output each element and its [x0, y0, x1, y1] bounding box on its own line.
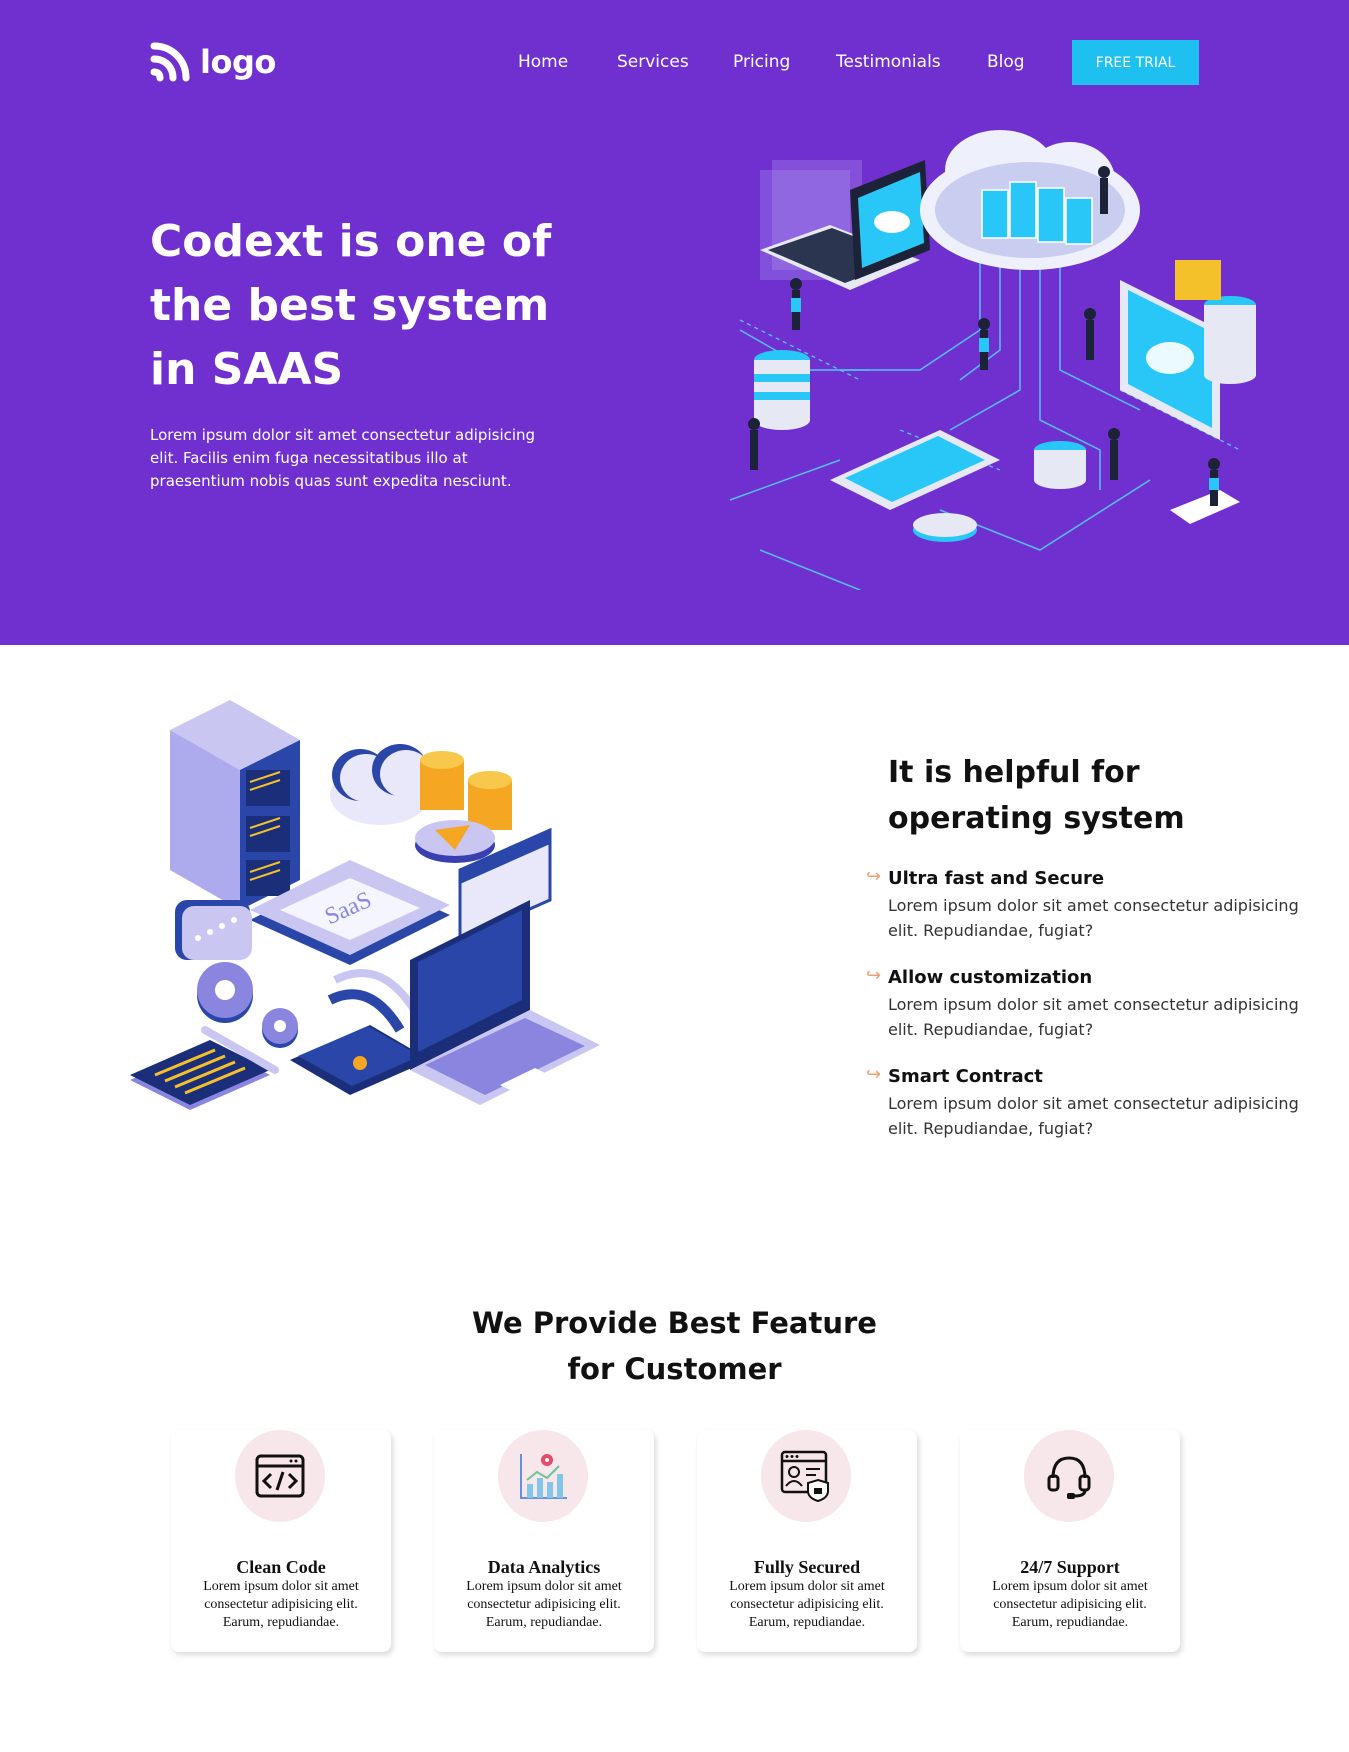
- hero-title-line: in SAAS: [150, 344, 344, 395]
- feature-text: Lorem ipsum dolor sit amet consectetur a…: [888, 1094, 1299, 1138]
- card-title: Data Analytics: [487, 1557, 601, 1577]
- card-text: Lorem ipsum dolor sit amet consectetur a…: [203, 1579, 359, 1630]
- headset-icon: [1047, 1456, 1091, 1499]
- feature-text: Lorem ipsum dolor sit amet consectetur a…: [888, 995, 1299, 1039]
- logo-text: logo: [200, 43, 276, 81]
- feature-card-fully-secured[interactable]: Fully Secured Lorem ipsum dolor sit amet…: [697, 1430, 917, 1652]
- logo-mark-icon: [150, 42, 190, 82]
- analytics-chart-icon: [520, 1454, 567, 1499]
- icon-circle: [1024, 1430, 1114, 1522]
- feature-card-data-analytics[interactable]: Data Analytics Lorem ipsum dolor sit ame…: [434, 1430, 654, 1652]
- curved-arrow-icon: ↪: [866, 866, 882, 887]
- secure-profile-shield-icon: [780, 1450, 829, 1502]
- hero-description: Lorem ipsum dolor sit amet consectetur a…: [150, 426, 536, 490]
- feature-card-clean-code[interactable]: Clean Code Lorem ipsum dolor sit amet co…: [171, 1430, 391, 1652]
- feature-title: Ultra fast and Secure: [888, 868, 1105, 889]
- cloud-network-illustration: [729, 130, 1256, 590]
- features-title-line: for Customer: [567, 1352, 782, 1386]
- card-title: Clean Code: [236, 1557, 326, 1577]
- feature-card-support[interactable]: 24/7 Support Lorem ipsum dolor sit amet …: [960, 1430, 1180, 1652]
- nav-link-home[interactable]: Home: [518, 52, 568, 72]
- card-text: Lorem ipsum dolor sit amet consectetur a…: [992, 1579, 1148, 1630]
- card-title: 24/7 Support: [1020, 1557, 1120, 1577]
- features-section-title: We Provide Best Feature for Customer: [0, 1300, 1349, 1392]
- code-window-icon: [255, 1454, 305, 1498]
- nav-link-testimonials[interactable]: Testimonials: [836, 52, 941, 72]
- icon-circle: [235, 1430, 325, 1522]
- card-text: Lorem ipsum dolor sit amet consectetur a…: [466, 1579, 622, 1630]
- logo[interactable]: logo: [150, 42, 276, 82]
- nav-link-pricing[interactable]: Pricing: [733, 52, 790, 72]
- card-title: Fully Secured: [753, 1557, 861, 1577]
- feature-item: ↪ Smart Contract Lorem ipsum dolor sit a…: [866, 1064, 1318, 1141]
- free-trial-button[interactable]: FREE TRIAL: [1072, 40, 1199, 85]
- feature-item: ↪ Ultra fast and Secure Lorem ipsum dolo…: [866, 866, 1318, 943]
- feature-title: Smart Contract: [888, 1066, 1043, 1087]
- about-title: It is helpful for operating system: [888, 755, 1185, 836]
- saas-isometric-illustration: SaaS: [130, 700, 600, 1110]
- card-text: Lorem ipsum dolor sit amet consectetur a…: [729, 1579, 885, 1630]
- curved-arrow-icon: ↪: [866, 965, 882, 986]
- feature-item: ↪ Allow customization Lorem ipsum dolor …: [866, 965, 1318, 1042]
- feature-text: Lorem ipsum dolor sit amet consectetur a…: [888, 896, 1299, 940]
- nav-link-services[interactable]: Services: [617, 52, 689, 72]
- curved-arrow-icon: ↪: [866, 1064, 882, 1085]
- nav-link-blog[interactable]: Blog: [987, 52, 1025, 72]
- icon-circle: [498, 1430, 588, 1522]
- hero-section: logo Home Services Pricing Testimonials …: [0, 0, 1349, 645]
- feature-title: Allow customization: [888, 967, 1093, 988]
- icon-circle: [761, 1430, 851, 1522]
- hero-title: Codext is one of the best system in SAAS: [150, 210, 570, 402]
- hero-title-line: Codext is one of: [150, 216, 552, 267]
- hero-title-line: the best system: [150, 280, 550, 331]
- features-title-line: We Provide Best Feature: [472, 1306, 877, 1340]
